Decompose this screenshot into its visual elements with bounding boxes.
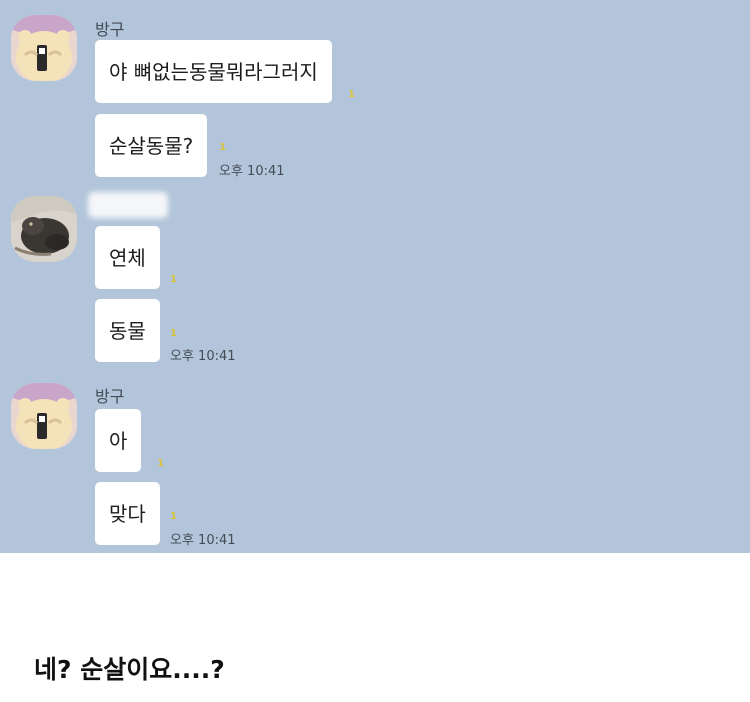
unread-count: 1 (170, 274, 177, 285)
bear-avatar-icon[interactable] (11, 15, 77, 81)
unread-count: 1 (348, 89, 355, 100)
sender-name: 방구 (95, 387, 125, 406)
sender-name: 방구 (95, 20, 125, 39)
message-bubble[interactable]: 동물 (95, 299, 160, 362)
bear-avatar-icon[interactable] (11, 383, 77, 449)
timestamp: 오후 10:41 (170, 533, 236, 548)
chat-area: 방구 야 뼈없는동물뭐라그러지 1 순살동물? 1 오후 10:41 연체 1 … (0, 0, 750, 553)
cat-avatar-icon[interactable] (11, 196, 77, 262)
unread-count: 1 (170, 511, 177, 522)
message-bubble[interactable]: 연체 (95, 226, 160, 289)
unread-count: 1 (157, 458, 164, 469)
message-bubble[interactable]: 맞다 (95, 482, 160, 545)
blurred-sender-name (88, 192, 168, 218)
unread-count: 1 (219, 142, 226, 153)
timestamp: 오후 10:41 (170, 349, 236, 364)
message-bubble[interactable]: 야 뼈없는동물뭐라그러지 (95, 40, 332, 103)
message-bubble[interactable]: 아 (95, 409, 142, 472)
timestamp: 오후 10:41 (219, 164, 285, 179)
unread-count: 1 (170, 328, 177, 339)
message-bubble[interactable]: 순살동물? (95, 114, 208, 177)
caption-text: 네? 순살이요....? (34, 655, 225, 684)
